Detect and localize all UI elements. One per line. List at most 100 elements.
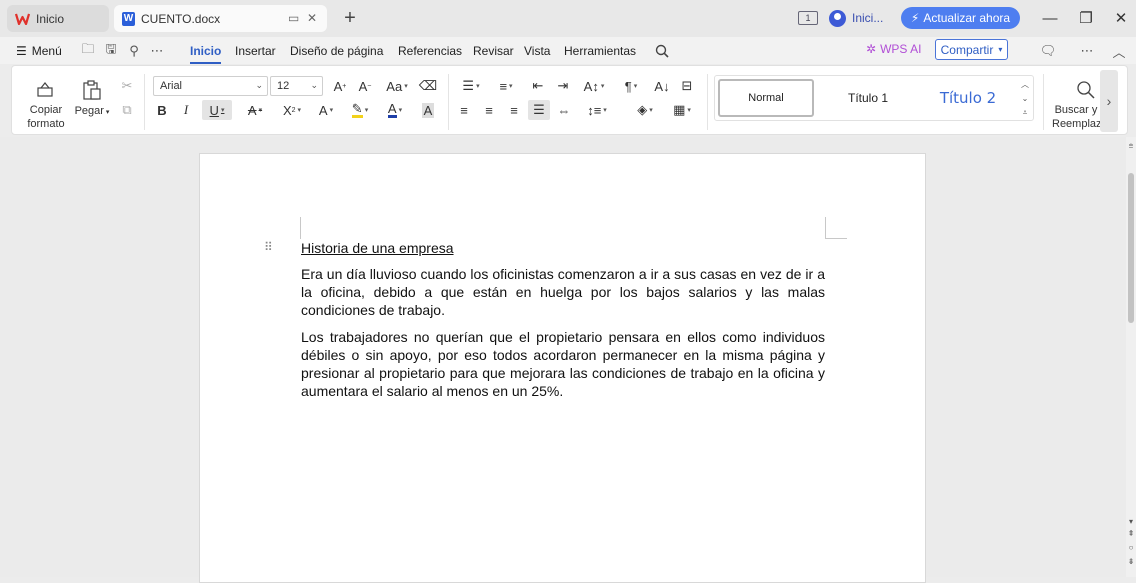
tab-herramientas[interactable]: Herramientas [564, 42, 636, 60]
close-tab-icon[interactable]: ✕ [307, 11, 317, 25]
next-page-icon[interactable]: ⇟ [1126, 557, 1136, 566]
menu-bar: ☰ Menú 🗀 🖫 ⚲ ⋯ Inicio Insertar Diseño de… [0, 37, 1136, 64]
sort-icon[interactable]: A↓ [651, 76, 673, 96]
paragraph-mark-icon[interactable]: ¶ ▾ [617, 76, 645, 96]
find-icon[interactable] [1074, 78, 1098, 102]
copy-icon[interactable]: ⧉ [116, 100, 138, 120]
divider [448, 74, 449, 130]
clear-format-icon[interactable]: ⌫ [417, 76, 439, 96]
font-name-select[interactable]: Arial ⌄ [153, 76, 268, 96]
page-break-icon[interactable]: ⊟ [676, 76, 698, 96]
main-menu-button[interactable]: ☰ Menú [16, 42, 62, 60]
tab-inicio[interactable]: Inicio [190, 42, 222, 64]
copy-format-icon[interactable] [32, 78, 58, 100]
chevron-down-icon[interactable]: ⌄ [1020, 92, 1030, 106]
float-window-icon[interactable]: ▭ [288, 11, 299, 25]
paste-label: Pegar [74, 105, 104, 117]
shading-icon[interactable]: ◈ ▾ [630, 100, 660, 120]
tab-document[interactable]: W CUENTO.docx ▭ ✕ [114, 5, 327, 32]
restore-icon[interactable]: ❐ [1073, 6, 1099, 30]
tab-revisar[interactable]: Revisar [473, 42, 514, 60]
collapse-ribbon-icon[interactable]: ︿ [1111, 43, 1127, 60]
italic-icon[interactable]: I [175, 100, 197, 120]
expand-styles-icon[interactable]: ⩡ [1020, 106, 1030, 120]
text-effects-icon[interactable]: A ▾ [312, 100, 340, 120]
word-doc-icon: W [122, 11, 135, 26]
align-left-icon[interactable]: ≡ [453, 100, 475, 120]
save-icon[interactable]: 🖫 [103, 41, 119, 59]
page-count-badge[interactable]: 1 [798, 11, 818, 25]
share-button[interactable]: Compartir ▾ [935, 39, 1008, 60]
user-account[interactable]: Inici... [829, 6, 883, 30]
highlight-icon[interactable]: ✎ ▾ [346, 100, 374, 120]
paste-dropdown[interactable]: Pegar ▾ [72, 104, 112, 120]
drag-handle-icon[interactable]: ⠿ [264, 240, 273, 254]
tab-vista[interactable]: Vista [524, 42, 550, 60]
tab-referencias[interactable]: Referencias [398, 42, 462, 60]
margin-corner-tr-h [825, 238, 847, 239]
lightning-icon: ⚡ [910, 11, 920, 25]
style-titulo-2[interactable]: Título 2 [920, 79, 1016, 117]
tab-document-label: CUENTO.docx [141, 11, 221, 26]
strikethrough-icon[interactable]: A ▾ [241, 100, 269, 120]
document-heading[interactable]: Historia de una empresa [301, 240, 454, 256]
wps-ai-button[interactable]: ✲ WPS AI [866, 42, 921, 56]
paragraph[interactable]: Los trabajadores no querían que el propi… [301, 328, 825, 400]
align-right-icon[interactable]: ≡ [503, 100, 525, 120]
find-replace-label[interactable]: Buscar y Reemplazar [1052, 103, 1100, 131]
increase-font-icon[interactable]: A + [329, 76, 351, 96]
open-folder-icon[interactable]: 🗀 [80, 41, 96, 59]
vertical-scrollbar[interactable]: ⩧ ▾ ⇞ ○ ⇟ [1126, 137, 1136, 577]
more-options-icon[interactable]: ⋯ [1079, 43, 1095, 59]
format-painter-icon[interactable]: ⚲ [126, 43, 142, 59]
paragraph[interactable]: Era un día lluvioso cuando los oficinist… [301, 265, 825, 319]
superscript-icon[interactable]: X 2 ▾ [278, 100, 306, 120]
upgrade-button[interactable]: ⚡ Actualizar ahora [901, 7, 1020, 29]
bold-icon[interactable]: B [151, 100, 173, 120]
line-spacing-icon[interactable]: ↕≡ ▾ [582, 100, 612, 120]
search-icon[interactable] [654, 43, 670, 59]
font-size-select[interactable]: 12 ⌄ [270, 76, 323, 96]
copy-format-label[interactable]: Copiar formato [24, 103, 68, 131]
select-browse-icon[interactable]: ○ [1126, 543, 1136, 552]
bullet-list-icon[interactable]: ☰ ▾ [457, 76, 485, 96]
change-case-icon[interactable]: Aa ▾ [382, 76, 412, 96]
ruler-toggle-icon[interactable]: ⩧ [1126, 141, 1136, 151]
title-bar: Inicio W CUENTO.docx ▭ ✕ + 1 Inici... ⚡ … [0, 0, 1136, 37]
distribute-icon[interactable]: ⇔ [553, 100, 575, 120]
upgrade-label: Actualizar ahora [923, 11, 1011, 25]
margin-corner-tl [300, 217, 301, 239]
chevron-up-icon[interactable]: ︿ [1020, 78, 1030, 92]
previous-page-icon[interactable]: ⇞ [1126, 529, 1136, 538]
text-direction-icon[interactable]: A↕ ▾ [580, 76, 608, 96]
close-window-icon[interactable]: ✕ [1108, 6, 1134, 30]
more-quick-icon[interactable]: ⋯ [149, 43, 165, 59]
decrease-font-icon[interactable]: A − [354, 76, 376, 96]
comment-icon[interactable]: 🗨 [1040, 43, 1057, 59]
minimize-icon[interactable]: — [1037, 6, 1063, 30]
cut-icon[interactable]: ✂ [116, 76, 138, 96]
font-color-icon[interactable]: A ▾ [381, 100, 409, 120]
styles-scroll[interactable]: ︿ ⌄ ⩡ [1020, 78, 1030, 120]
document-page[interactable]: ⠿ Historia de una empresa Era un día llu… [199, 153, 926, 583]
borders-icon[interactable]: ▦ ▾ [667, 100, 697, 120]
increase-indent-icon[interactable]: ⇥ [552, 76, 574, 96]
scroll-down-icon[interactable]: ▾ [1126, 517, 1136, 526]
underline-icon[interactable]: U ▾ [202, 100, 232, 120]
divider [707, 74, 708, 130]
decrease-indent-icon[interactable]: ⇤ [527, 76, 549, 96]
new-tab-button[interactable]: + [339, 6, 361, 30]
scrollbar-thumb[interactable] [1128, 173, 1134, 323]
paste-icon[interactable] [80, 78, 104, 102]
ribbon-scroll-right-icon[interactable]: › [1100, 70, 1118, 132]
style-titulo-1[interactable]: Título 1 [820, 79, 916, 117]
char-shading-icon[interactable]: A [417, 100, 439, 120]
tab-insertar[interactable]: Insertar [235, 42, 276, 60]
tab-diseno-pagina[interactable]: Diseño de página [290, 42, 383, 60]
align-center-icon[interactable]: ≡ [478, 100, 500, 120]
style-normal[interactable]: Normal [718, 79, 814, 117]
justify-icon[interactable]: ☰ [528, 100, 550, 120]
wps-ai-label: WPS AI [880, 42, 922, 56]
tab-home[interactable]: Inicio [7, 5, 109, 32]
numbered-list-icon[interactable]: ≡ ▾ [492, 76, 520, 96]
